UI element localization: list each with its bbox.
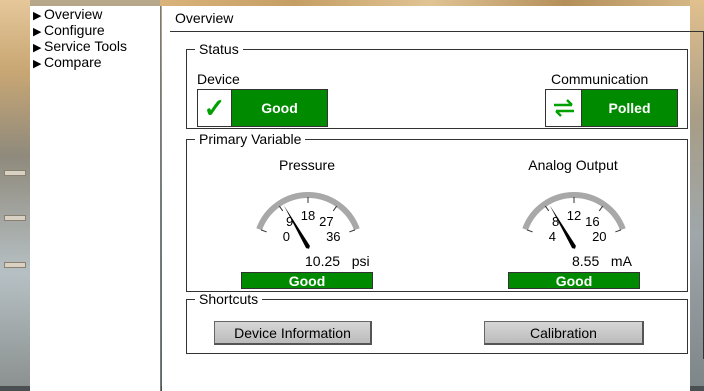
nav-item-compare[interactable]: ▶ Compare	[30, 54, 160, 70]
gauge-tick-label: 16	[585, 214, 599, 229]
device-information-button[interactable]: Device Information	[214, 321, 372, 345]
analog-output-status-badge: Good	[508, 272, 640, 289]
gauge-tick	[526, 229, 533, 233]
pressure-gauge-title: Pressure	[278, 157, 336, 173]
gauge-tick	[332, 205, 338, 212]
gauge-tick-label: 36	[326, 229, 340, 244]
primary-variable-group: Primary Variable Pressure 0 9 18 27 36 10.25…	[186, 132, 688, 292]
nav-item-service-tools[interactable]: ▶ Service Tools	[30, 38, 160, 54]
pressure-status-badge: Good	[241, 272, 373, 289]
play-arrow-icon: ▶	[33, 58, 42, 70]
status-group: Status Device ✓ Good Communication Polle…	[186, 42, 688, 129]
primary-variable-legend: Primary Variable	[199, 131, 302, 147]
nav-item-overview[interactable]: ▶ Overview	[30, 6, 160, 22]
background-pipe	[4, 262, 26, 268]
analog-output-reading: 8.55 mA	[572, 253, 632, 269]
pressure-unit: psi	[351, 253, 370, 269]
checkmark-icon: ✓	[198, 90, 232, 126]
gauge-tick-label: 0	[283, 229, 290, 244]
title-divider	[170, 31, 704, 32]
nav-item-configure[interactable]: ▶ Configure	[30, 22, 160, 38]
status-legend: Status	[199, 41, 239, 57]
background-left-strip	[0, 0, 30, 391]
communication-label: Communication	[551, 71, 649, 87]
page-title: Overview	[175, 10, 234, 26]
communication-status-indicator: Polled	[545, 89, 678, 127]
nav-item-label: Configure	[44, 22, 105, 38]
gauge-tick	[544, 205, 550, 212]
nav-item-label: Compare	[44, 54, 102, 70]
analog-output-gauge-title: Analog Output	[528, 157, 618, 173]
main-panel: Overview Status Device ✓ Good Communicat…	[162, 6, 704, 391]
nav-item-label: Overview	[44, 6, 103, 22]
background-pipe	[4, 215, 26, 221]
shortcuts-group: Shortcuts Device Information Calibration	[186, 292, 688, 354]
gauge-tick	[260, 229, 267, 233]
analog-output-value: 8.55	[572, 253, 600, 269]
gauge-tick-label: 18	[301, 208, 315, 223]
background-pipe	[4, 170, 26, 176]
analog-output-unit: mA	[610, 253, 632, 269]
gauge-tick	[349, 229, 356, 233]
device-status-indicator: ✓ Good	[197, 89, 328, 127]
gauge-tick-label: 12	[567, 208, 581, 223]
gauge-tick	[615, 229, 622, 233]
gauge-tick-label: 4	[549, 229, 556, 244]
device-label: Device	[197, 71, 240, 87]
communication-status-value: Polled	[582, 90, 677, 126]
pressure-reading: 10.25 psi	[305, 253, 370, 269]
shortcuts-legend: Shortcuts	[199, 291, 259, 307]
gauge-tick	[278, 205, 284, 212]
pressure-value: 10.25	[305, 253, 341, 269]
background-right-strip	[690, 0, 704, 391]
nav-panel: ▶ Overview ▶ Configure ▶ Service Tools ▶ Com…	[30, 6, 161, 391]
exchange-arrows-icon	[546, 90, 582, 126]
gauge-tick	[598, 205, 604, 212]
device-status-value: Good	[232, 90, 327, 126]
gauge-tick-label: 27	[319, 214, 333, 229]
calibration-button[interactable]: Calibration	[484, 321, 644, 345]
nav-item-label: Service Tools	[44, 38, 128, 54]
gauge-tick-label: 20	[592, 229, 606, 244]
